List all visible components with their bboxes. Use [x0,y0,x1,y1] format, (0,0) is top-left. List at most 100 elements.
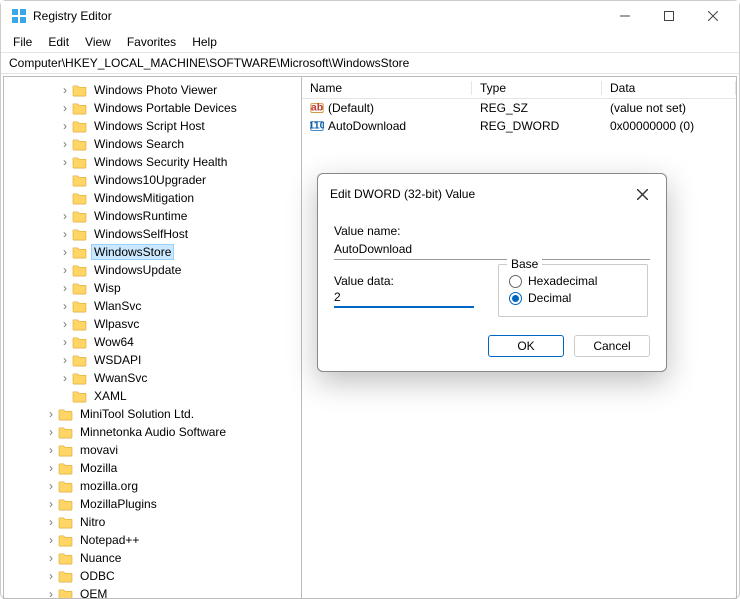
chevron-icon[interactable]: › [44,461,58,475]
tree-item[interactable]: ›Nuance [4,549,301,567]
menu-favorites[interactable]: Favorites [119,33,184,51]
tree-item[interactable]: ›movavi [4,441,301,459]
chevron-icon[interactable]: › [58,155,72,169]
minimize-button[interactable] [603,1,647,31]
chevron-icon[interactable]: › [44,533,58,547]
chevron-icon[interactable]: › [58,227,72,241]
chevron-icon[interactable]: › [44,479,58,493]
tree-item-label: MiniTool Solution Ltd. [77,406,197,422]
tree-item[interactable]: ›WindowsRuntime [4,207,301,225]
tree-item[interactable]: ›Mozilla [4,459,301,477]
tree-item[interactable]: › WlanSvc [4,297,301,315]
tree-item[interactable]: ›Windows Portable Devices [4,99,301,117]
chevron-icon[interactable]: › [44,551,58,565]
chevron-icon[interactable]: › [58,119,72,133]
maximize-button[interactable] [647,1,691,31]
base-group: Base Hexadecimal Decimal [498,264,648,317]
tree-item[interactable]: ›Windows Photo Viewer [4,81,301,99]
menu-view[interactable]: View [77,33,119,51]
col-data[interactable]: Data [602,81,736,95]
dialog-close-button[interactable] [630,182,654,206]
value-data-input[interactable] [334,288,474,308]
ok-button[interactable]: OK [488,335,564,357]
col-type[interactable]: Type [472,81,602,95]
chevron-icon[interactable]: › [58,83,72,97]
tree-item[interactable]: Windows10Upgrader [4,171,301,189]
tree-item[interactable]: ›Windows Script Host [4,117,301,135]
chevron-icon[interactable]: › [58,317,72,331]
chevron-icon[interactable]: › [44,587,58,598]
chevron-icon[interactable]: › [44,515,58,529]
tree-item[interactable]: ›Nitro [4,513,301,531]
chevron-icon[interactable]: › [58,245,72,259]
value-row[interactable]: ab(Default)REG_SZ(value not set) [302,99,736,117]
chevron-icon[interactable]: › [58,371,72,385]
chevron-icon[interactable]: › [58,335,72,349]
tree-item[interactable]: ›mozilla.org [4,477,301,495]
tree-item[interactable]: › Wow64 [4,333,301,351]
value-data: (value not set) [602,101,736,115]
chevron-icon[interactable] [58,173,72,187]
chevron-icon[interactable]: › [44,497,58,511]
tree-item[interactable]: XAML [4,387,301,405]
address-bar[interactable]: Computer\HKEY_LOCAL_MACHINE\SOFTWARE\Mic… [1,53,739,74]
tree-item[interactable]: ›WwanSvc [4,369,301,387]
chevron-icon[interactable] [58,191,72,205]
tree-item[interactable]: › Minnetonka Audio Software [4,423,301,441]
chevron-icon[interactable]: › [58,299,72,313]
window-title: Registry Editor [33,9,603,23]
chevron-icon[interactable]: › [58,263,72,277]
svg-text:ab: ab [311,102,323,114]
chevron-icon[interactable]: › [44,569,58,583]
tree-item[interactable]: › MozillaPlugins [4,495,301,513]
chevron-icon[interactable]: › [58,101,72,115]
tree-item-label: WlanSvc [91,298,144,314]
tree-item-label: WindowsStore [91,244,174,260]
tree-item[interactable]: ›Notepad++ [4,531,301,549]
menu-edit[interactable]: Edit [40,33,77,51]
tree-item[interactable]: › ODBC [4,567,301,585]
tree-item[interactable]: › WindowsSelfHost [4,225,301,243]
chevron-icon[interactable]: › [58,281,72,295]
radio-dec-label: Decimal [528,291,571,305]
col-name[interactable]: Name [302,81,472,95]
svg-text:110: 110 [310,120,324,132]
tree-item[interactable]: › WindowsStore [4,243,301,261]
value-name: AutoDownload [328,119,406,133]
tree-item[interactable]: › Wlpasvc [4,315,301,333]
tree-item-label: Windows Search [91,136,187,152]
chevron-icon[interactable]: › [58,353,72,367]
radio-dec[interactable]: Decimal [509,291,637,305]
value-row[interactable]: 110AutoDownloadREG_DWORD0x00000000 (0) [302,117,736,135]
tree-item-label: WindowsSelfHost [91,226,191,242]
radio-hex-icon [509,275,522,288]
chevron-icon[interactable]: › [44,425,58,439]
tree-item-label: MozillaPlugins [77,496,160,512]
tree-item-label: ODBC [77,568,118,584]
tree-item[interactable]: ›Windows Security Health [4,153,301,171]
tree-item-label: Wow64 [91,334,137,350]
tree-item[interactable]: ›WSDAPI [4,351,301,369]
dialog-title: Edit DWORD (32-bit) Value [330,187,630,201]
tree-view[interactable]: ›Windows Photo Viewer›Windows Portable D… [4,77,302,598]
tree-item[interactable]: › MiniTool Solution Ltd. [4,405,301,423]
chevron-icon[interactable]: › [58,137,72,151]
tree-item[interactable]: ›Wisp [4,279,301,297]
close-button[interactable] [691,1,735,31]
menu-help[interactable]: Help [184,33,225,51]
radio-hex[interactable]: Hexadecimal [509,274,637,288]
tree-item[interactable]: › Windows Search [4,135,301,153]
tree-item[interactable]: ›WindowsUpdate [4,261,301,279]
chevron-icon[interactable]: › [44,443,58,457]
tree-item-label: Wlpasvc [91,316,142,332]
chevron-icon[interactable]: › [44,407,58,421]
tree-item[interactable]: ›OEM [4,585,301,598]
tree-item-label: Minnetonka Audio Software [77,424,229,440]
cancel-button[interactable]: Cancel [574,335,650,357]
value-type: REG_SZ [472,101,602,115]
menu-file[interactable]: File [5,33,40,51]
menubar: File Edit View Favorites Help [1,31,739,53]
chevron-icon[interactable]: › [58,209,72,223]
chevron-icon[interactable] [58,389,72,403]
tree-item[interactable]: WindowsMitigation [4,189,301,207]
